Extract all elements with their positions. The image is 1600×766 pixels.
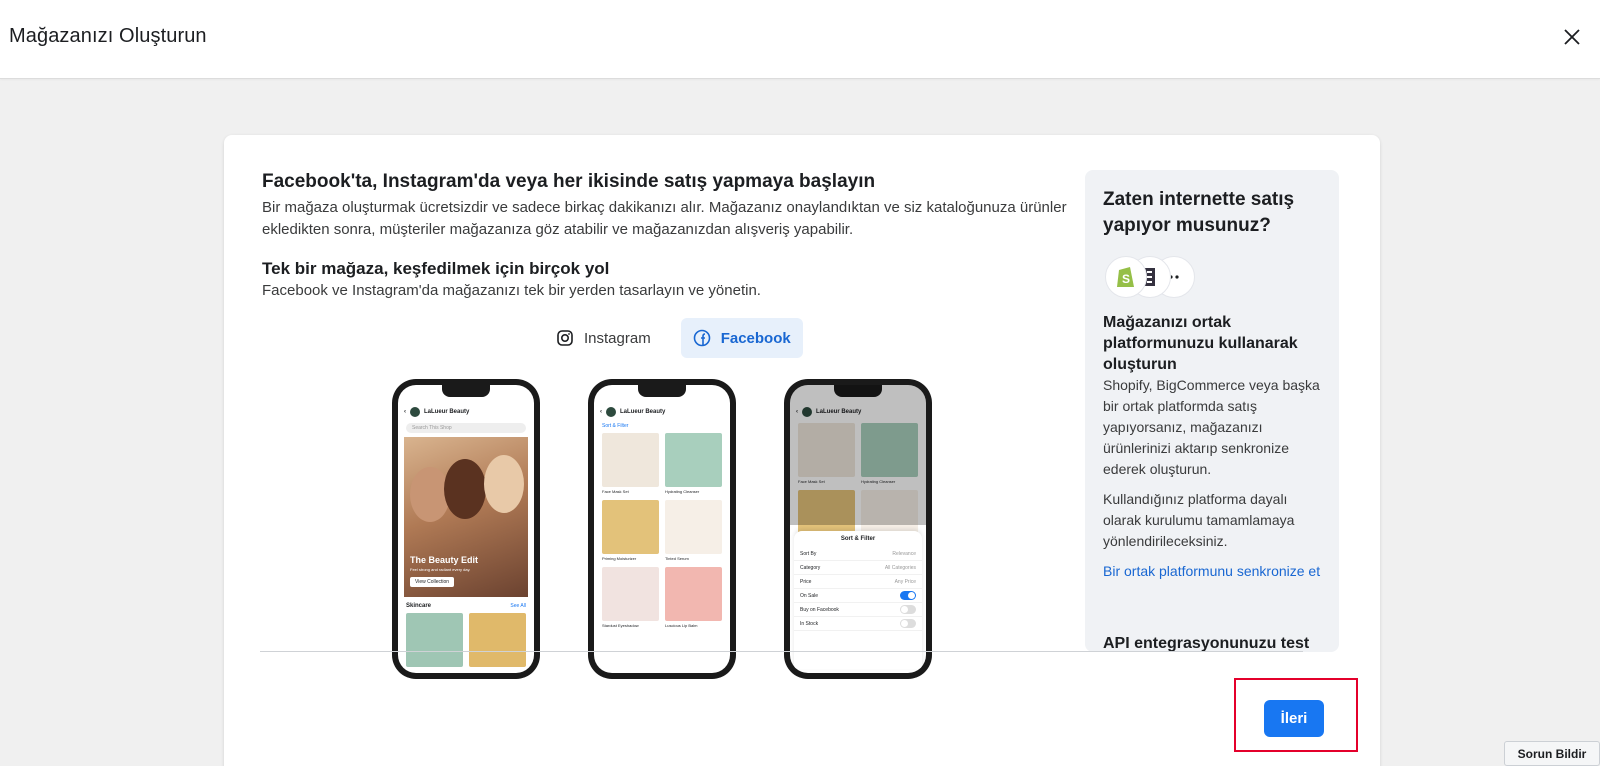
tab-instagram[interactable]: Instagram — [544, 318, 663, 358]
partner-paragraph-1: Shopify, BigCommerce veya başka bir orta… — [1103, 377, 1320, 477]
see-all: See All — [510, 603, 526, 609]
next-button[interactable]: İleri — [1264, 700, 1324, 737]
platform-tabs: Instagram Facebook — [544, 318, 803, 358]
partner-heading: Mağazanızı ortak platformunuzu kullanara… — [1103, 314, 1298, 373]
page-title: Mağazanızı Oluşturun — [9, 25, 207, 47]
phone-preview-home: ‹ LaLueur Beauty Search This Shop The Bea… — [392, 379, 540, 679]
hero-image: The Beauty Edit Feel strong and radiant … — [404, 437, 528, 597]
shopify-icon: S — [1105, 256, 1147, 298]
on-sale-toggle — [900, 591, 916, 600]
brand-logo — [410, 407, 420, 417]
tab-facebook[interactable]: Facebook — [680, 318, 803, 358]
partner-paragraph-2: Kullandığınız platforma dayalı olarak ku… — [1103, 491, 1295, 549]
api-heading: API entegrasyonunuzu test — [1103, 635, 1310, 652]
side-heading: Zaten internette satış yapıyor musunuz? — [1103, 189, 1295, 236]
footer-divider — [260, 651, 1303, 652]
close-button[interactable] — [1561, 26, 1583, 48]
buy-on-facebook-toggle — [900, 605, 916, 614]
phone-previews: ‹ LaLueur Beauty Search This Shop The Bea… — [392, 379, 952, 766]
partner-logos: S — [1105, 256, 1195, 300]
main-description: Bir mağaza oluşturmak ücretsizdir ve sad… — [262, 199, 1067, 238]
main-heading: Facebook'ta, Instagram'da veya her ikisi… — [262, 171, 876, 192]
sub-description: Facebook ve Instagram'da mağazanızı tek … — [262, 282, 761, 299]
top-bar: Mağazanızı Oluşturun — [0, 0, 1600, 79]
phone-preview-filter: ‹ LaLueur Beauty Face Mask Set Hydrating … — [784, 379, 932, 679]
facebook-icon — [693, 329, 711, 347]
hero-button: View Collection — [410, 577, 455, 587]
section-title: Skincare — [406, 603, 432, 609]
filter-sheet: Sort & Filter Sort By Relevance Category A… — [794, 531, 922, 669]
sub-heading: Tek bir mağaza, keşfedilmek için birçok … — [262, 259, 610, 278]
phone-search: Search This Shop — [406, 423, 526, 433]
tab-facebook-label: Facebook — [720, 329, 791, 347]
hero-title: The Beauty Edit — [410, 555, 479, 565]
hero-subtitle: Feel strong and radiant every day. — [410, 567, 471, 572]
phone-preview-catalog: ‹ LaLueur Beauty Sort & Filter Face Mask … — [588, 379, 736, 679]
sync-partner-link[interactable]: Bir ortak platformunu senkronize et — [1103, 561, 1328, 582]
store-setup-card: Facebook'ta, Instagram'da veya her ikisi… — [224, 135, 1380, 766]
sort-filter-link: Sort & Filter — [602, 423, 629, 429]
close-icon — [1564, 29, 1580, 45]
svg-text:S: S — [1122, 272, 1130, 286]
in-stock-toggle — [900, 619, 916, 628]
instagram-icon — [557, 330, 573, 346]
partner-platform-panel: Zaten internette satış yapıyor musunuz? … — [1085, 170, 1339, 652]
report-problem-button[interactable]: Sorun Bildir — [1504, 741, 1600, 766]
phone-brand: LaLueur Beauty — [424, 409, 470, 415]
tab-instagram-label: Instagram — [584, 329, 651, 347]
